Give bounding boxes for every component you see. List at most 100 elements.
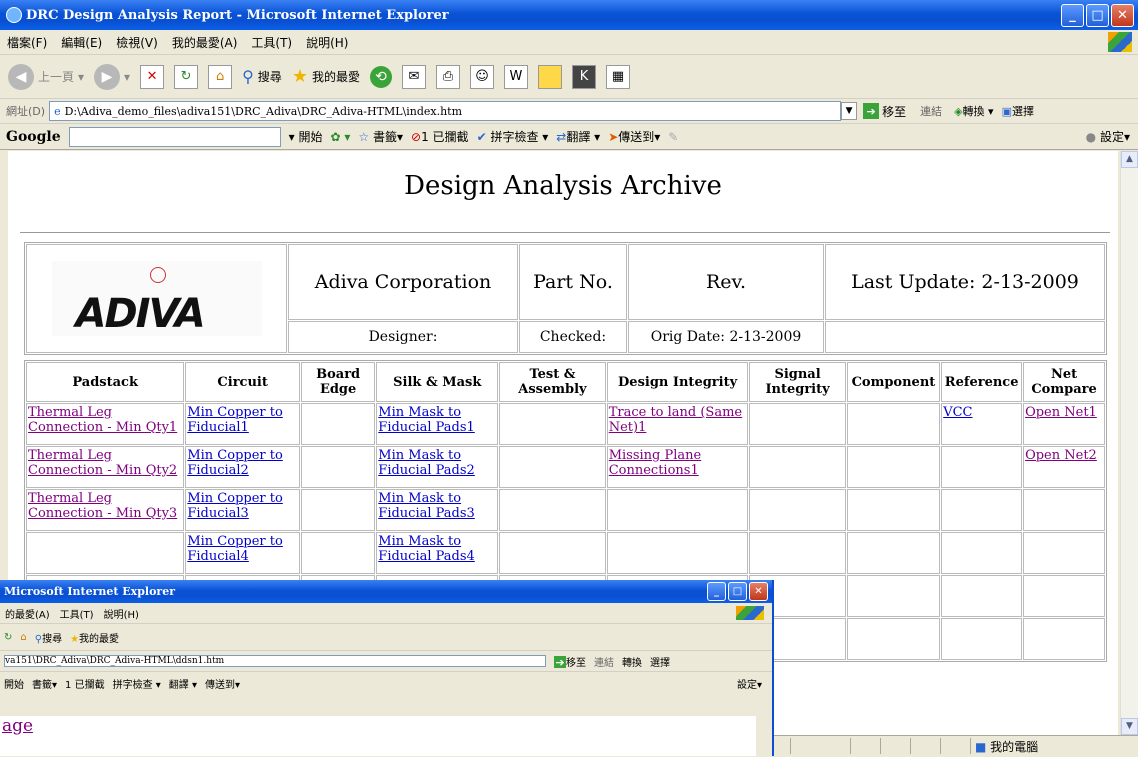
grid-cell: Min Mask to Fiducial Pads2 <box>376 446 499 488</box>
menu-edit[interactable]: 編輯(E) <box>54 34 109 51</box>
menu-help[interactable]: 說明(H) <box>299 34 355 51</box>
report-link[interactable]: Trace to land (Same Net)1 <box>609 405 742 435</box>
report-link[interactable]: Min Copper to Fiducial3 <box>187 491 282 521</box>
google-logo[interactable]: Google <box>6 129 61 145</box>
convert-button[interactable]: ◈轉換 ▾ <box>954 103 994 119</box>
minimize-button[interactable]: _ <box>1061 4 1084 27</box>
popup-title-bar[interactable]: Microsoft Internet Explorer _ □ ✕ <box>0 580 772 603</box>
vertical-scrollbar[interactable]: ▲ ▼ <box>1120 151 1138 735</box>
popup-blocker-button[interactable]: ⊘1 已攔截 <box>411 128 469 145</box>
google-search-input[interactable] <box>68 126 281 147</box>
grid-cell <box>941 575 1023 617</box>
forward-button[interactable]: ▶ ▾ <box>94 63 130 90</box>
menu-file[interactable]: 檔案(F) <box>0 34 54 51</box>
window-title: DRC Design Analysis Report - Microsoft I… <box>26 7 449 23</box>
print-icon[interactable]: ⎙ <box>435 64 460 89</box>
menu-favorites[interactable]: 我的最愛(A) <box>165 34 245 51</box>
popup-search-button[interactable]: ⚲搜尋 <box>35 630 62 645</box>
research-icon[interactable]: ▦ <box>605 64 630 89</box>
popup-go-button[interactable]: ➔移至 <box>554 654 586 669</box>
popup-maximize-button[interactable]: □ <box>728 582 747 601</box>
send-to-button[interactable]: ➤傳送到▾ <box>608 128 660 145</box>
history-icon[interactable]: ⟲ <box>369 65 392 88</box>
report-link[interactable]: Thermal Leg Connection - Min Qty1 <box>28 405 177 435</box>
media-icon[interactable]: K <box>571 64 596 89</box>
report-link[interactable]: Min Copper to Fiducial2 <box>187 448 282 478</box>
report-link[interactable]: Open Net2 <box>1025 448 1097 463</box>
favorites-button[interactable]: ★ 我的最愛 <box>292 66 360 87</box>
report-link[interactable]: Open Net1 <box>1025 405 1097 420</box>
grid-cell: Min Mask to Fiducial Pads4 <box>376 532 499 574</box>
home-icon[interactable]: ⌂ <box>208 64 233 89</box>
popup-favorites-button[interactable]: ★我的最愛 <box>70 630 119 645</box>
popup-minimize-button[interactable]: _ <box>707 582 726 601</box>
close-button[interactable]: ✕ <box>1111 4 1134 27</box>
grid-cell: Min Copper to Fiducial2 <box>185 446 300 488</box>
report-link[interactable]: Min Copper to Fiducial1 <box>187 405 282 435</box>
bookmarks-button[interactable]: ☆ 書籤▾ <box>358 128 403 145</box>
select-button[interactable]: ▣選擇 <box>1002 103 1034 119</box>
go-button[interactable]: ➔ 移至 <box>863 103 906 120</box>
search-button[interactable]: ⚲ 搜尋 <box>242 67 282 86</box>
grid-header-cell: Reference <box>941 362 1023 402</box>
popup-blocked[interactable]: 1 已攔截 <box>65 676 105 691</box>
mail-icon[interactable]: ✉ <box>401 64 426 89</box>
popup-home-icon[interactable]: ⌂ <box>20 632 26 643</box>
stop-icon[interactable]: ✕ <box>140 64 165 89</box>
popup-spell[interactable]: 拼字檢查 ▾ <box>113 676 161 691</box>
popup-menu-tools[interactable]: 工具(T) <box>55 606 99 621</box>
grid-cell <box>846 403 941 445</box>
word-icon[interactable]: W <box>503 64 528 89</box>
refresh-icon[interactable]: ↻ <box>174 64 199 89</box>
report-link[interactable]: VCC <box>943 405 972 420</box>
puzzle-icon[interactable]: ✿ ▾ <box>331 130 351 144</box>
report-link[interactable]: Min Mask to Fiducial Pads1 <box>378 405 475 435</box>
popup-select[interactable]: 選擇 <box>650 654 670 669</box>
address-dropdown-icon[interactable]: ▼ <box>841 102 858 120</box>
grid-cell: Min Mask to Fiducial Pads1 <box>376 403 499 445</box>
report-link[interactable]: Min Mask to Fiducial Pads4 <box>378 534 475 564</box>
popup-menu-favorites[interactable]: 的最愛(A) <box>0 606 55 621</box>
address-input[interactable]: e D:\Adiva_demo_files\adiva151\DRC_Adiva… <box>49 101 842 121</box>
scroll-up-icon[interactable]: ▲ <box>1121 151 1138 168</box>
report-link[interactable]: Min Mask to Fiducial Pads2 <box>378 448 475 478</box>
grid-cell <box>749 532 846 574</box>
report-link[interactable]: Thermal Leg Connection - Min Qty2 <box>28 448 177 478</box>
popup-start[interactable]: 開始 <box>4 676 24 691</box>
folder-icon[interactable] <box>537 64 562 89</box>
popup-address-input[interactable]: va151\DRC_Adiva\DRC_Adiva-HTML\ddsn1.htm <box>4 655 546 667</box>
report-link[interactable]: Min Mask to Fiducial Pads3 <box>378 491 475 521</box>
google-start-button[interactable]: ▾ 開始 <box>289 128 323 145</box>
pen-icon[interactable]: ✎ <box>668 130 678 144</box>
popup-close-button[interactable]: ✕ <box>749 582 768 601</box>
title-bar[interactable]: DRC Design Analysis Report - Microsoft I… <box>0 0 1138 30</box>
links-label[interactable]: 連結 <box>920 103 942 119</box>
spellcheck-icon: ✔ <box>476 130 487 144</box>
popup-refresh-icon[interactable]: ↻ <box>4 632 12 643</box>
popup-translate[interactable]: 翻譯 ▾ <box>169 676 197 691</box>
popup-send[interactable]: 傳送到▾ <box>205 676 240 691</box>
menu-view[interactable]: 檢視(V) <box>109 34 165 51</box>
menu-tools[interactable]: 工具(T) <box>244 34 299 51</box>
grid-row: Thermal Leg Connection - Min Qty3 Min Cop… <box>26 489 1105 531</box>
popup-settings[interactable]: 設定▾ <box>737 676 762 691</box>
maximize-button[interactable]: □ <box>1086 4 1109 27</box>
messenger-icon[interactable]: ☺ <box>469 64 494 89</box>
spellcheck-button[interactable]: ✔ 拼字檢查 ▾ <box>477 128 549 145</box>
translate-button[interactable]: ⇄翻譯 ▾ <box>556 128 600 145</box>
popup-convert[interactable]: 轉換 <box>622 654 642 669</box>
grid-cell <box>1023 489 1105 531</box>
scroll-down-icon[interactable]: ▼ <box>1121 718 1138 735</box>
bookmark-star-icon: ☆ <box>358 130 370 144</box>
report-link[interactable]: Thermal Leg Connection - Min Qty3 <box>28 491 177 521</box>
settings-button[interactable]: ● 設定▾ <box>1086 128 1130 145</box>
popup-menu-help[interactable]: 說明(H) <box>99 606 144 621</box>
popup-page-link[interactable]: age <box>2 716 33 736</box>
popup-links[interactable]: 連結 <box>594 654 614 669</box>
report-link[interactable]: Missing Plane Connections1 <box>609 448 702 478</box>
popup-bookmarks[interactable]: 書籤▾ <box>32 676 57 691</box>
back-button[interactable]: ◀ 上一頁 ▾ <box>8 63 84 90</box>
select-icon: ▣ <box>1001 105 1012 118</box>
grid-header-cell: Board Edge <box>300 362 376 402</box>
report-link[interactable]: Min Copper to Fiducial4 <box>187 534 282 564</box>
